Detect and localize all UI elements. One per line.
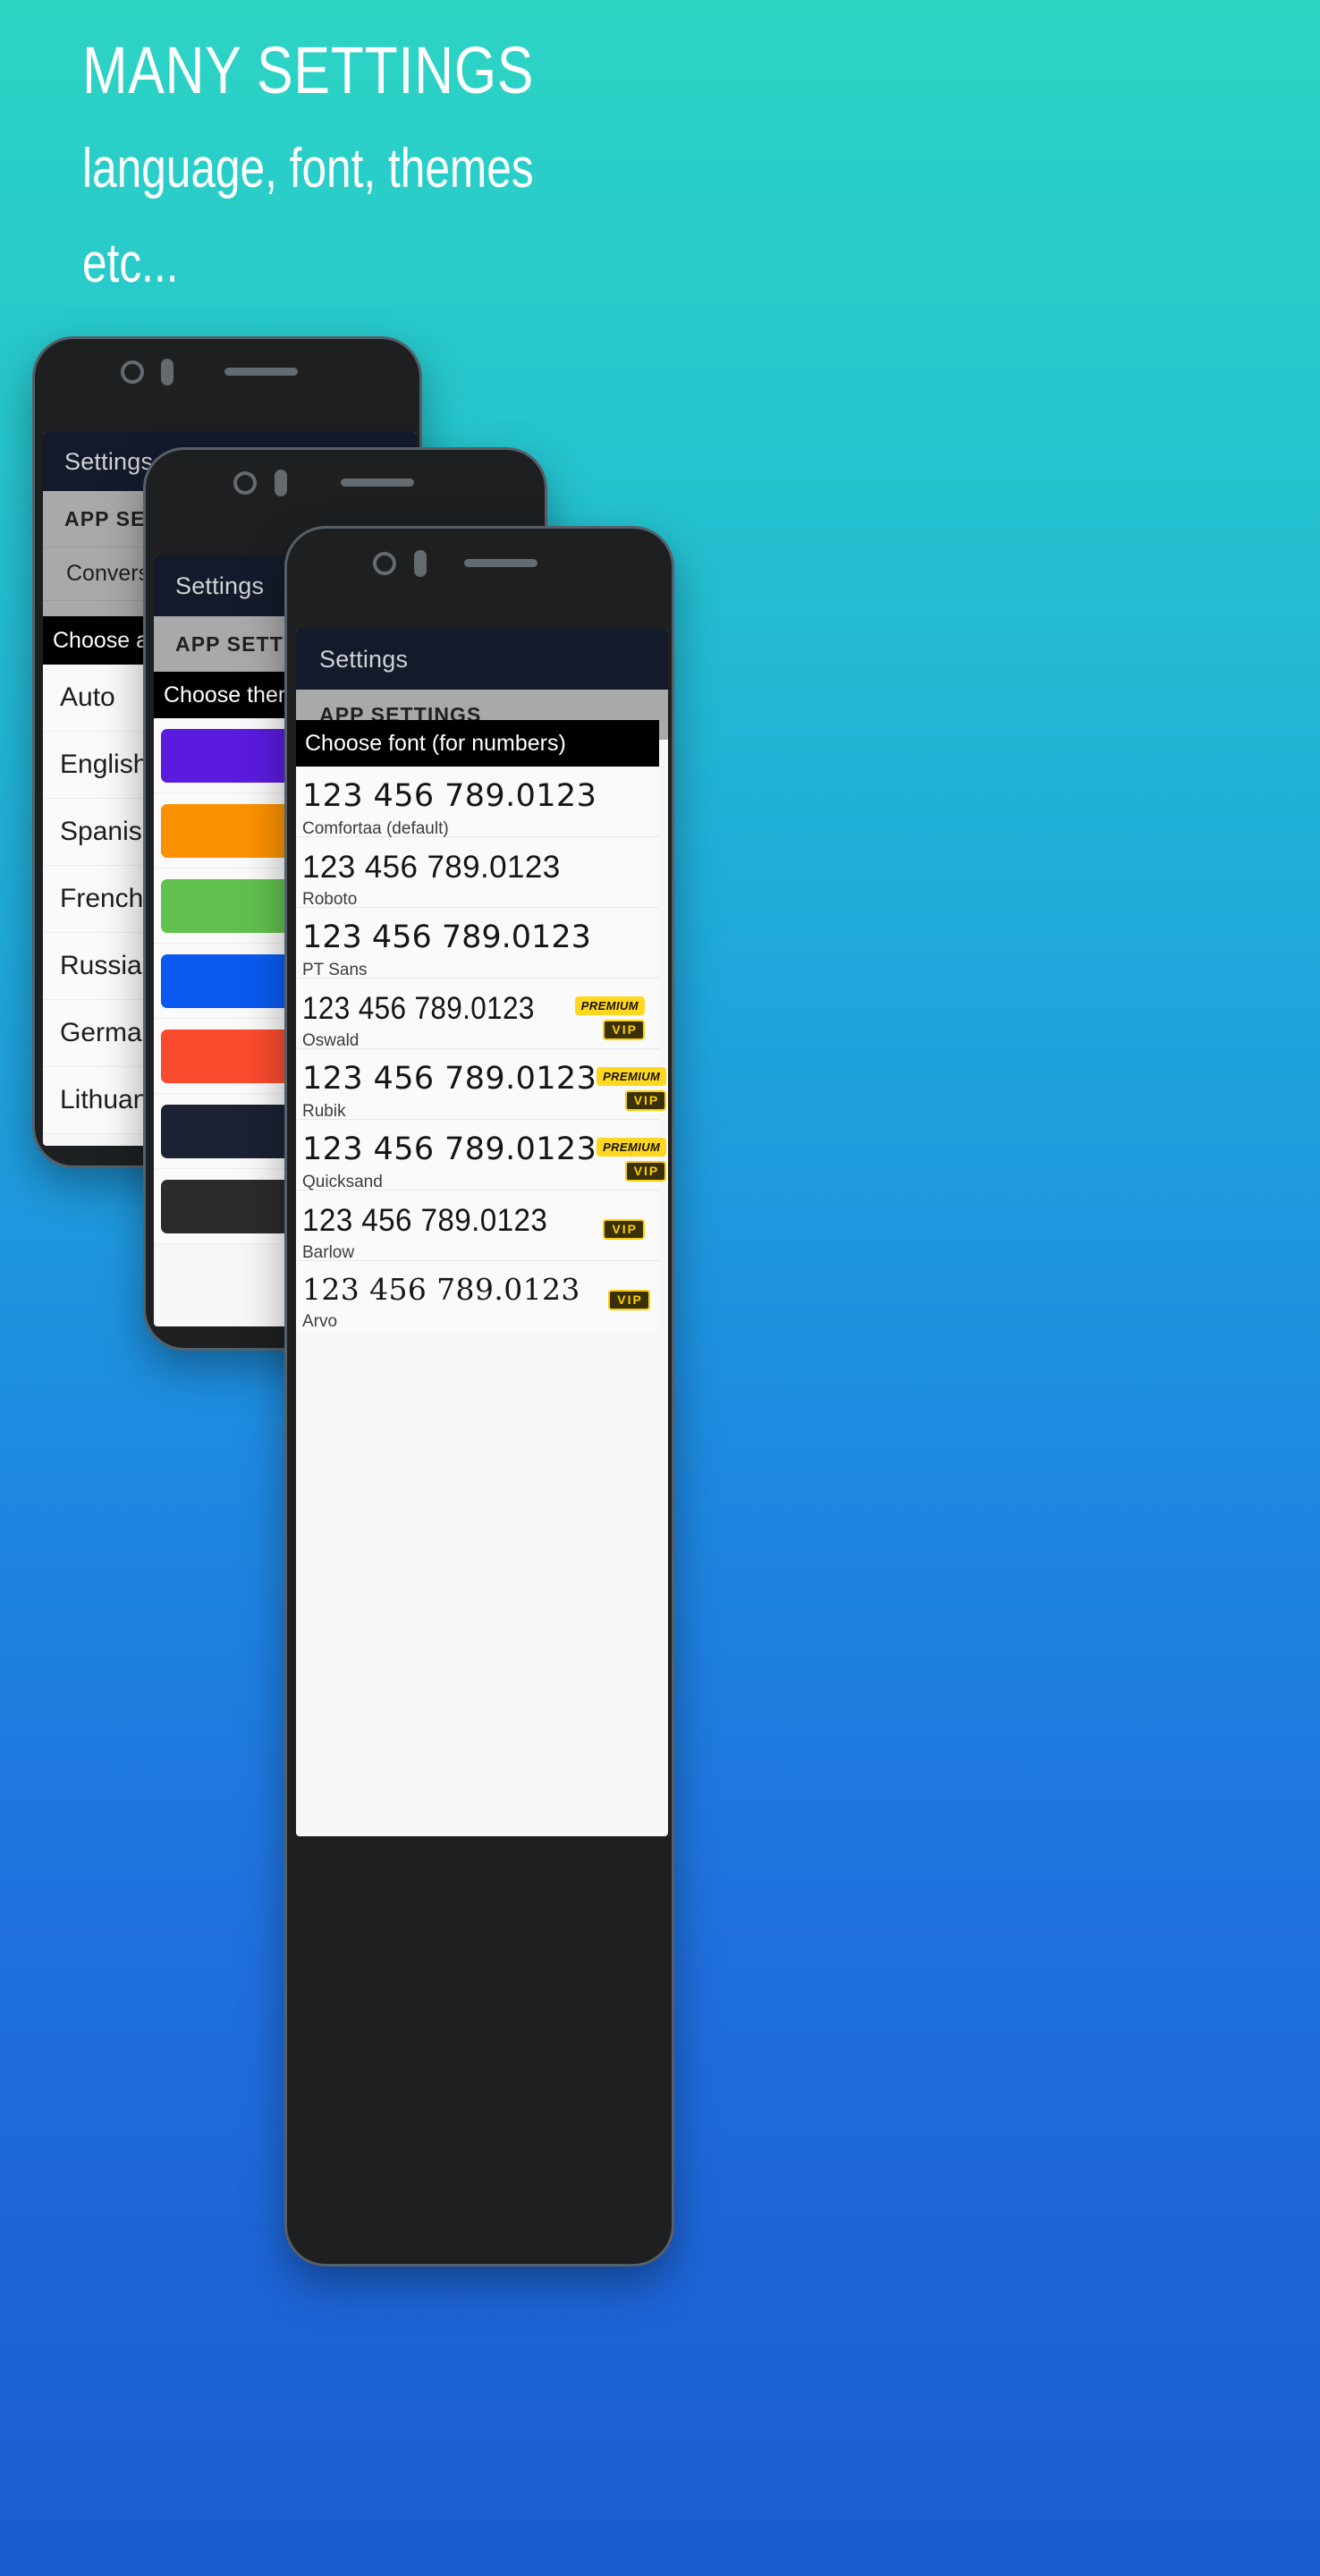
premium-badge: PREMIUM [597, 1067, 667, 1086]
font-sample-text: 123 456 789.0123 [302, 850, 561, 885]
choose-font-dialog-title: Choose font (for numbers) [296, 720, 659, 767]
font-sample-text: 123 456 789.0123 [302, 1272, 580, 1307]
vip-badge: VIP [624, 1161, 667, 1182]
font-sample-text: 123 456 789.0123 [302, 1061, 597, 1097]
premium-badge: PREMIUM [597, 1138, 667, 1157]
font-option-text: 123 456 789.0123 Roboto [302, 850, 575, 910]
sensor-icon [275, 470, 287, 496]
font-name-label: Comfortaa (default) [302, 819, 449, 839]
font-option-comfortaa[interactable]: 123 456 789.0123 Comfortaa (default) [296, 767, 659, 839]
phone-mockup-font: Settings APP SETTINGS Choose font (for n… [284, 526, 674, 2267]
phone3-appbar: Settings [296, 629, 668, 690]
theme-swatch [161, 803, 293, 858]
sensor-icon [161, 359, 173, 386]
font-sample-text: 123 456 789.0123 [302, 1131, 597, 1167]
font-option-text: 123 456 789.0123 Rubik [302, 1061, 597, 1122]
sensor-icon [414, 550, 427, 577]
theme-swatch [161, 728, 293, 783]
font-option-text: 123 456 789.0123 Quicksand [302, 1131, 597, 1192]
font-name-label: PT Sans [302, 961, 368, 980]
earpiece-speaker-icon [224, 368, 298, 376]
front-camera-icon [373, 552, 396, 575]
language-option-label: Auto [60, 682, 115, 712]
vip-badge: VIP [624, 1090, 667, 1111]
font-badges: VIP [575, 1203, 645, 1240]
language-option-label: French [60, 884, 144, 913]
font-option-text: 123 456 789.0123 Barlow [302, 1203, 575, 1263]
phone2-notch-bar [146, 450, 545, 516]
theme-swatch [161, 878, 293, 933]
theme-swatch [161, 953, 293, 1008]
phone1-appbar-title: Settings [64, 447, 154, 475]
font-name-label: Oswald [302, 1031, 360, 1051]
phone1-notch-bar [35, 339, 419, 405]
promo-headline: MANY SETTINGS language, font, themes etc… [82, 38, 1066, 292]
font-badges: PREMIUM VIP [574, 991, 645, 1040]
vip-badge: VIP [608, 1290, 650, 1310]
choose-font-dialog: Choose font (for numbers) 123 456 789.01… [296, 720, 667, 1332]
vip-badge: VIP [603, 1020, 645, 1040]
theme-swatch [161, 1179, 293, 1233]
theme-swatch [161, 1104, 293, 1158]
font-sample-text: 123 456 789.0123 [302, 1203, 548, 1238]
font-name-label: Roboto [302, 890, 358, 910]
earpiece-speaker-icon [464, 559, 537, 567]
font-option-rubik[interactable]: 123 456 789.0123 Rubik PREMIUM VIP [296, 1049, 667, 1122]
font-badges: VIP [580, 1274, 650, 1310]
font-option-roboto[interactable]: 123 456 789.0123 Roboto [296, 837, 659, 910]
font-option-text: 123 456 789.0123 Oswald [302, 991, 575, 1051]
vip-badge: VIP [603, 1219, 645, 1240]
font-badges: PREMIUM VIP [597, 1132, 667, 1182]
font-option-barlow[interactable]: 123 456 789.0123 Barlow VIP [296, 1191, 659, 1263]
font-option-text: 123 456 789.0123 PT Sans [302, 919, 591, 980]
headline-line-2: language, font, themes [82, 138, 534, 199]
font-name-label: Arvo [302, 1311, 338, 1331]
phone3-notch-bar [287, 529, 672, 595]
font-sample-text: 123 456 789.0123 [302, 919, 591, 955]
font-option-oswald[interactable]: 123 456 789.0123 Oswald PREMIUM VIP [296, 979, 659, 1051]
headline-line-3: etc... [82, 233, 179, 294]
font-badges [591, 920, 661, 926]
font-name-label: Barlow [302, 1243, 355, 1263]
font-option-quicksand[interactable]: 123 456 789.0123 Quicksand PREMIUM VIP [296, 1120, 667, 1192]
choose-font-dialog-title-label: Choose font (for numbers) [305, 730, 566, 756]
font-option-arvo[interactable]: 123 456 789.0123 Arvo VIP [296, 1261, 659, 1332]
font-badges: PREMIUM VIP [597, 1062, 667, 1111]
premium-badge: PREMIUM [574, 996, 645, 1015]
font-name-label: Quicksand [302, 1173, 383, 1192]
phone3-screen: Settings APP SETTINGS Choose font (for n… [296, 629, 668, 1836]
front-camera-icon [233, 471, 257, 495]
front-camera-icon [121, 360, 144, 384]
earpiece-speaker-icon [341, 479, 414, 487]
language-option-label: English [60, 750, 148, 779]
font-option-text: 123 456 789.0123 Comfortaa (default) [302, 778, 597, 839]
phone3-appbar-title: Settings [319, 645, 409, 673]
font-badges [575, 850, 645, 855]
font-sample-text: 123 456 789.0123 [302, 991, 535, 1026]
font-option-text: 123 456 789.0123 Arvo [302, 1272, 580, 1332]
font-sample-text: 123 456 789.0123 [302, 778, 597, 814]
font-option-pt-sans[interactable]: 123 456 789.0123 PT Sans [296, 908, 659, 979]
font-badges [597, 779, 666, 784]
choose-font-options: 123 456 789.0123 Comfortaa (default) 123… [296, 767, 667, 1332]
theme-swatch [161, 1029, 293, 1083]
phone2-appbar-title: Settings [175, 572, 265, 599]
font-name-label: Rubik [302, 1102, 346, 1122]
headline-line-1: MANY SETTINGS [82, 33, 535, 107]
